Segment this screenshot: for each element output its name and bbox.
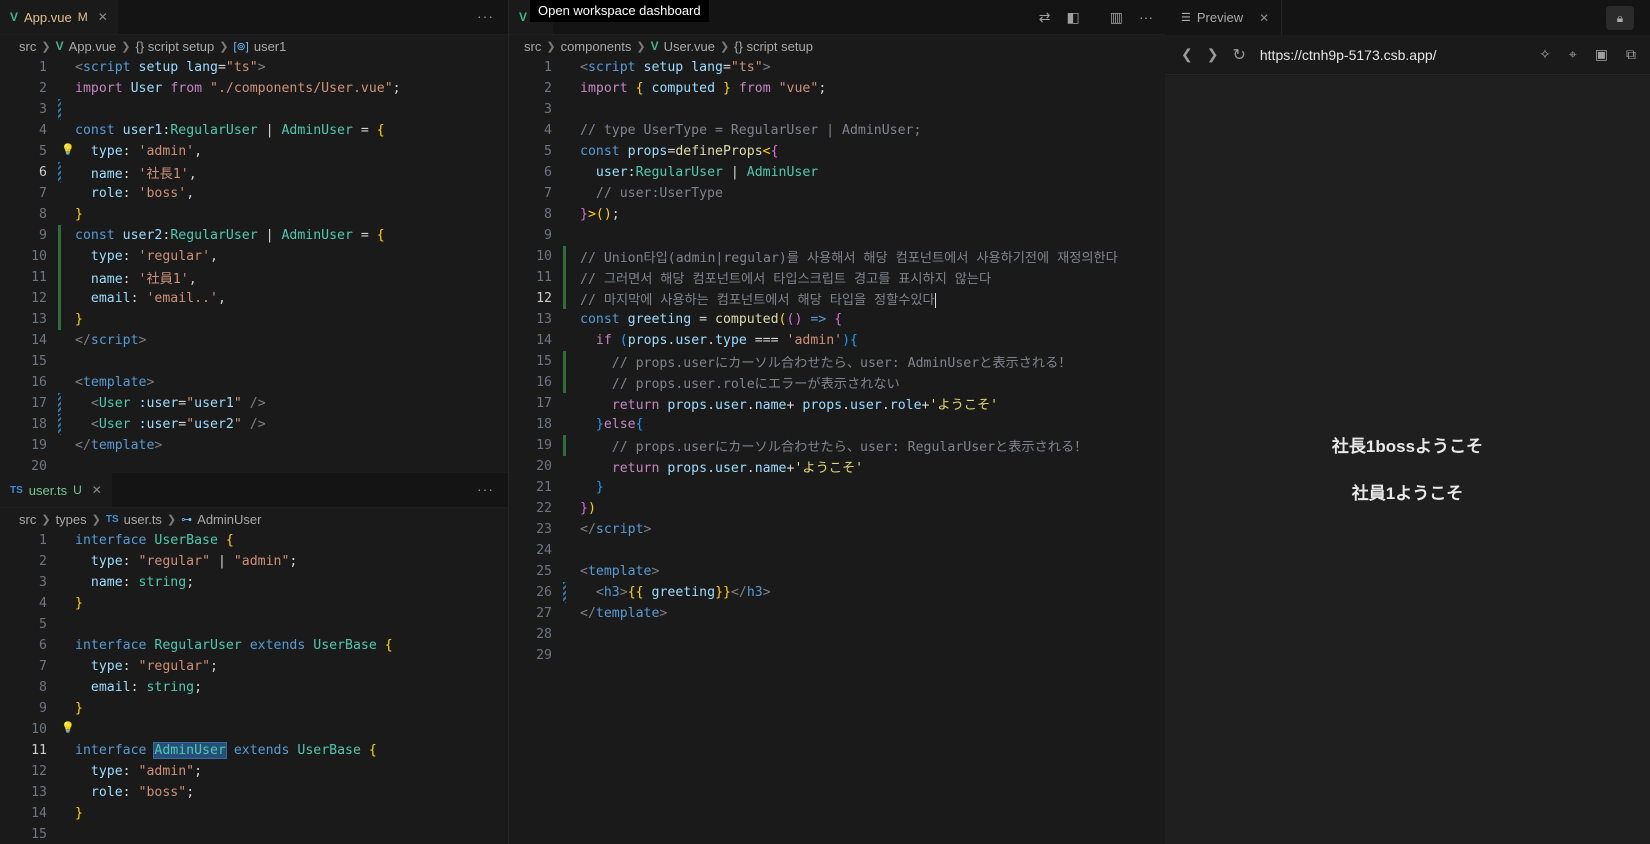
lock-icon[interactable]: 🔒︎ xyxy=(1606,6,1634,30)
vue-file-icon: V xyxy=(519,10,528,24)
tab-label: App.vue xyxy=(24,9,72,25)
crumb-script-setup[interactable]: {} script setup xyxy=(136,39,215,54)
preview-pane: ☰ Preview ✕ 🔒︎ ❮ ❯ ↻ https://ctnh9p-5173… xyxy=(1165,0,1650,844)
compare-icon[interactable]: ⇄ xyxy=(1039,9,1051,26)
crumb-file[interactable]: user.ts xyxy=(124,512,162,527)
more-icon[interactable]: ··· xyxy=(477,481,494,497)
close-icon[interactable]: ✕ xyxy=(98,10,108,24)
target-icon[interactable]: ⌖ xyxy=(1569,46,1577,63)
preview-tab-bar: ☰ Preview ✕ 🔒︎ xyxy=(1165,0,1650,35)
sparkle-icon[interactable]: ✧ xyxy=(1539,46,1551,63)
ts-file-icon: TS xyxy=(105,513,119,525)
reload-icon[interactable]: ↻ xyxy=(1232,45,1245,65)
tab-user-ts[interactable]: TS user.ts U ✕ xyxy=(0,473,112,507)
chevron-right-icon: ❯ xyxy=(636,40,646,53)
forward-icon[interactable]: ❯ xyxy=(1207,46,1219,63)
vue-file-icon: V xyxy=(55,39,64,53)
crumb-types[interactable]: types xyxy=(56,512,87,527)
layout-icon[interactable]: ▥ xyxy=(1110,9,1123,26)
crumb-src[interactable]: src xyxy=(19,39,36,54)
breadcrumb: src ❯ components ❯ V User.vue ❯ {} scrip… xyxy=(509,35,1165,57)
crumb-symbol[interactable]: AdminUser xyxy=(197,512,261,527)
browser-actions: ✧ ⌖ ▣ ⧉ xyxy=(1539,46,1636,63)
chevron-right-icon: ❯ xyxy=(219,40,229,53)
editor-user-vue: V Us ⇄ ◧ ▥ ··· src ❯ components ❯ V User… xyxy=(508,0,1165,844)
vue-file-icon: V xyxy=(10,10,19,24)
tab-label: Preview xyxy=(1196,10,1244,25)
chevron-right-icon: ❯ xyxy=(166,513,177,526)
greeting-heading: 社長1bossようこそ xyxy=(1331,437,1484,456)
chevron-right-icon: ❯ xyxy=(121,40,131,53)
open-window-icon[interactable]: ⧉ xyxy=(1626,46,1636,63)
crumb-src[interactable]: src xyxy=(524,39,541,54)
url-input[interactable]: https://ctnh9p-5173.csb.app/ xyxy=(1260,47,1437,63)
tab-app-vue[interactable]: V App.vue M ✕ xyxy=(0,0,118,34)
crumb-components[interactable]: components xyxy=(561,39,632,54)
lightbulb-icon[interactable]: 💡 xyxy=(61,143,75,156)
back-icon[interactable]: ❮ xyxy=(1181,46,1193,63)
code-area[interactable]: 1 <script setup lang="ts"> 2 import { comp… xyxy=(509,57,1165,666)
crumb-file[interactable]: User.vue xyxy=(664,39,715,54)
tooltip: Open workspace dashboard xyxy=(530,0,709,22)
breadcrumb: src ❯ types ❯ TS user.ts ❯ ⊶ AdminUser xyxy=(0,508,508,530)
ts-file-icon: TS xyxy=(10,484,23,496)
breadcrumb: src ❯ V App.vue ❯ {} script setup ❯ [⊚] … xyxy=(0,35,508,57)
code-area[interactable]: 1 <script setup lang="ts"> 2 import User f… xyxy=(0,57,508,473)
vue-file-icon: V xyxy=(650,39,659,53)
greeting-heading: 社員1ようこそ xyxy=(1351,484,1464,503)
more-icon[interactable]: ··· xyxy=(1139,9,1153,26)
code-area[interactable]: 1 interface UserBase { 2 type: "regular" … xyxy=(0,530,508,844)
crumb-symbol[interactable]: user1 xyxy=(254,39,287,54)
chevron-right-icon: ❯ xyxy=(546,40,556,53)
tab-bar: V App.vue M ✕ ··· xyxy=(0,0,508,35)
symbol-icon: [⊚] xyxy=(233,40,249,53)
more-icon[interactable]: ··· xyxy=(477,8,494,24)
editor-user-ts: TS user.ts U ✕ ··· src ❯ types ❯ TS user… xyxy=(0,473,508,844)
tab-bar: TS user.ts U ✕ ··· xyxy=(0,473,508,508)
lightbulb-icon[interactable]: 💡 xyxy=(61,721,75,734)
chevron-right-icon: ❯ xyxy=(41,513,51,526)
tab-preview[interactable]: ☰ Preview ✕ xyxy=(1165,0,1283,35)
editor-app-vue: V App.vue M ✕ ··· src ❯ V App.vue ❯ {} s… xyxy=(0,0,508,473)
split-icon[interactable]: ◧ xyxy=(1067,9,1080,26)
preview-viewport: 社長1bossようこそ 社員1ようこそ xyxy=(1165,76,1650,844)
crumb-file[interactable]: App.vue xyxy=(69,39,117,54)
chevron-right-icon: ❯ xyxy=(91,513,101,526)
preview-icon: ☰ xyxy=(1181,12,1191,24)
chevron-right-icon: ❯ xyxy=(719,40,730,53)
crumb-script-setup[interactable]: {} script setup xyxy=(734,39,813,54)
close-icon[interactable]: ✕ xyxy=(92,483,102,497)
git-status-badge: M xyxy=(77,10,88,24)
terminal-icon[interactable]: ▣ xyxy=(1595,46,1608,63)
crumb-src[interactable]: src xyxy=(19,512,36,527)
tab-label: user.ts xyxy=(28,482,68,498)
chevron-right-icon: ❯ xyxy=(41,40,51,53)
git-status-badge: U xyxy=(73,483,82,497)
symbol-icon: ⊶ xyxy=(181,513,193,526)
close-icon[interactable]: ✕ xyxy=(1259,11,1269,25)
